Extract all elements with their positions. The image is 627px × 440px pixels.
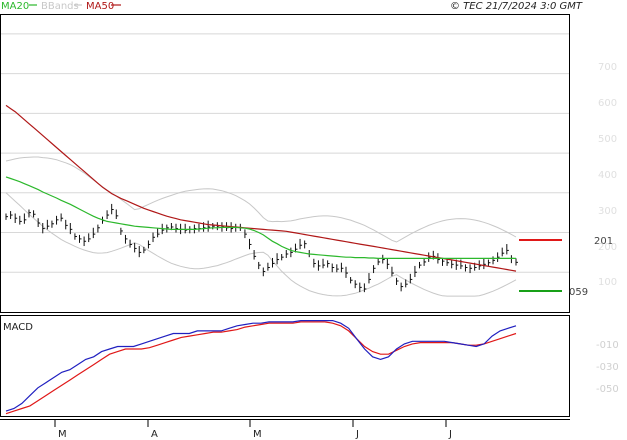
stock-chart: 201 059 MA20 BBands MA50 © TEC 21/7/2024… [0, 1, 619, 440]
copyright-text: © TEC 21/7/2024 3:0 GMT [450, 1, 583, 12]
price-tick: 100 [598, 277, 617, 288]
price-tick: 500 [598, 134, 617, 145]
macd-panel-frame [0, 315, 570, 417]
macd-tick: -050 [596, 384, 619, 395]
month-label: A [151, 429, 158, 440]
price-tick: 600 [598, 98, 617, 109]
month-label: M [253, 429, 262, 440]
legend-ma50: MA50 [86, 1, 114, 12]
legend-ma20: MA20 [1, 1, 29, 12]
macd-axis: -010 -030 -050 [596, 340, 619, 395]
price-tick: 200 [598, 242, 617, 253]
price-tick: 400 [598, 170, 617, 181]
month-label: J [448, 429, 452, 440]
month-label: M [58, 429, 67, 440]
month-label: J [355, 429, 359, 440]
price-tick: 700 [598, 62, 617, 73]
legend: MA20 BBands MA50 [1, 1, 121, 12]
macd-label: MACD [3, 322, 33, 333]
price-axis: 700 600 500 400 300 200 100 [598, 62, 617, 288]
price-tick: 300 [598, 206, 617, 217]
legend-bbands: BBands [41, 1, 79, 12]
macd-tick: -030 [596, 362, 619, 373]
macd-tick: -010 [596, 340, 619, 351]
month-axis: M A M J J [54, 419, 452, 440]
support-label: 059 [569, 287, 588, 298]
